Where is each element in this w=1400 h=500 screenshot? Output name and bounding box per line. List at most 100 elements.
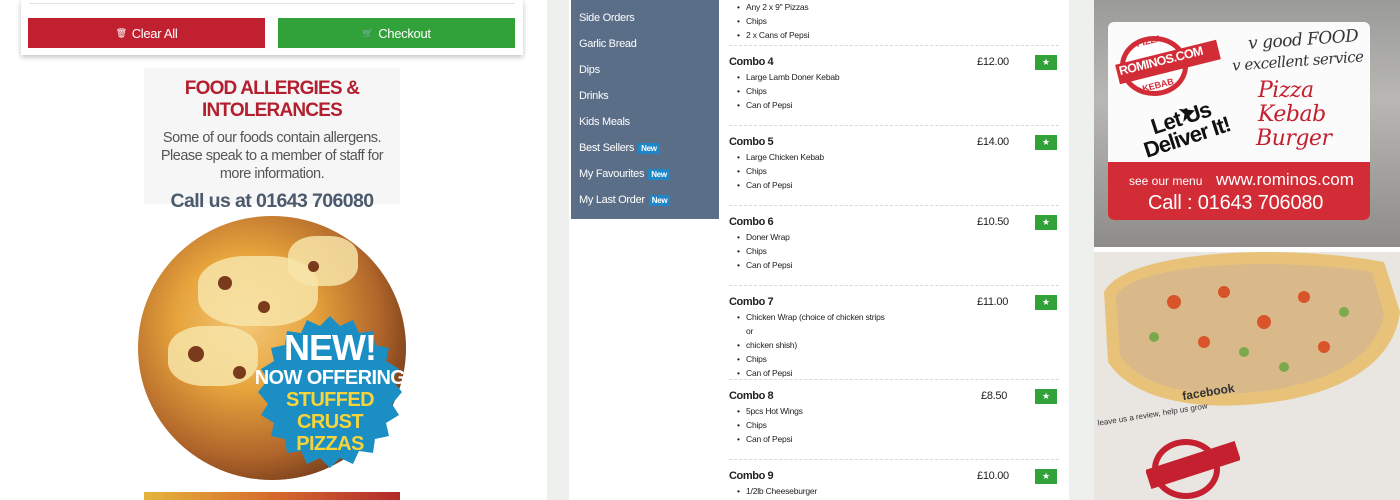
allergy-line: Some of our foods contain allergens. xyxy=(162,130,382,146)
sidebar-item-my-favourites[interactable]: My Favourites New xyxy=(579,168,670,180)
sidebar-item-side-orders[interactable]: Side Orders xyxy=(579,12,635,24)
allergy-phone: Call us at 01643 706080 xyxy=(170,190,374,212)
sidebar-item-my-last-order[interactable]: My Last Order New xyxy=(579,194,671,206)
item-price: £14.00 xyxy=(977,136,1009,148)
card-footer: see our menu www.rominos.com Call : 0164… xyxy=(1108,162,1370,220)
item-line: Doner Wrap xyxy=(737,230,887,244)
topping xyxy=(188,346,204,362)
item-price: £11.00 xyxy=(977,296,1009,308)
badge-pizzas: PIZZAS xyxy=(296,433,364,455)
item-line: Large Chicken Kebab xyxy=(737,150,887,164)
divider xyxy=(729,45,1059,46)
item-contents: 5pcs Hot Wings Chips Can of Pepsi xyxy=(737,404,887,446)
item-contents: Large Chicken Kebab Chips Can of Pepsi xyxy=(737,150,887,192)
new-badge: NEW! NOW OFFERING STUFFED CRUST PIZZAS xyxy=(252,314,408,470)
stuffed-crust-promo[interactable]: NEW! NOW OFFERING STUFFED CRUST PIZZAS xyxy=(138,216,410,482)
clear-all-label: Clear All xyxy=(131,25,178,41)
item-line: Can of Pepsi xyxy=(737,258,887,272)
sidebar-item-kids-meals[interactable]: Kids Meals xyxy=(579,116,630,128)
star-icon: ★ xyxy=(1041,471,1051,481)
sidebar-item-label: Kids Meals xyxy=(579,116,630,128)
sidebar-item-garlic-bread[interactable]: Garlic Bread xyxy=(579,38,637,50)
sidebar-item-label: Best Sellers xyxy=(579,142,635,154)
new-badge: New xyxy=(638,142,660,154)
cheese-shape xyxy=(288,236,358,286)
sidebar-item-label: My Last Order xyxy=(579,194,645,206)
add-to-order-button[interactable]: ★ xyxy=(1035,55,1057,70)
item-name: Combo 4 xyxy=(729,56,774,68)
next-promo-banner[interactable] xyxy=(144,492,400,500)
handwritten-note: Pizza xyxy=(1258,78,1314,103)
item-line: Can of Pepsi xyxy=(737,178,887,192)
item-line: 5pcs Hot Wings xyxy=(737,404,887,418)
badge-text: NEW! NOW OFFERING STUFFED CRUST PIZZAS xyxy=(252,314,408,470)
handwritten-note: Kebab xyxy=(1258,102,1326,127)
business-card-photo: PIZZA ROMINOS.COM KEBAB v good FOOD v ex… xyxy=(1094,0,1400,247)
item-line: Chips xyxy=(737,84,887,98)
checkout-label: Checkout xyxy=(378,25,431,41)
divider xyxy=(729,459,1059,460)
page: 🗑 Clear All 🛒 Checkout FOOD ALLERGIES & … xyxy=(0,0,1400,500)
badge-offering: NOW OFFERING xyxy=(254,367,406,389)
item-line: 1/2lb Cheeseburger xyxy=(737,484,887,498)
sidebar-item-label: Dips xyxy=(579,64,600,76)
topping xyxy=(218,276,232,290)
item-contents: 1/2lb Cheeseburger xyxy=(737,484,887,498)
item-name: Combo 5 xyxy=(729,136,774,148)
divider xyxy=(729,125,1059,126)
add-to-order-button[interactable]: ★ xyxy=(1035,215,1057,230)
item-price: £10.00 xyxy=(977,470,1009,482)
clear-all-button[interactable]: 🗑 Clear All xyxy=(28,18,265,48)
sidebar-item-dips[interactable]: Dips xyxy=(579,64,600,76)
left-column: 🗑 Clear All 🛒 Checkout FOOD ALLERGIES & … xyxy=(0,0,547,500)
business-card: PIZZA ROMINOS.COM KEBAB v good FOOD v ex… xyxy=(1108,22,1370,220)
allergy-text: Some of our foods contain allergens. Ple… xyxy=(144,129,400,183)
sidebar-item-drinks[interactable]: Drinks xyxy=(579,90,609,102)
item-line: Chips xyxy=(737,164,887,178)
topping xyxy=(233,366,246,379)
item-price: £8.50 xyxy=(981,390,1008,402)
combo-menu-list: Any 2 x 9" Pizzas Chips 2 x Cans of Peps… xyxy=(729,0,1059,500)
item-name: Combo 9 xyxy=(729,470,774,482)
star-icon: ★ xyxy=(1041,297,1051,307)
logo-icon xyxy=(1145,439,1241,499)
pizza-photo xyxy=(1104,252,1400,406)
item-line: chicken shish) xyxy=(737,338,887,352)
divider xyxy=(729,379,1059,380)
allergy-heading: FOOD ALLERGIES & INTOLERANCES xyxy=(184,78,360,121)
star-icon: ★ xyxy=(1041,137,1051,147)
allergy-line: more information. xyxy=(219,166,325,182)
topping xyxy=(308,261,319,272)
item-line: Chips xyxy=(737,352,887,366)
add-to-order-button[interactable]: ★ xyxy=(1035,389,1057,404)
badge-new: NEW! xyxy=(284,327,377,368)
rominos-logo: PIZZA ROMINOS.COM KEBAB xyxy=(1114,28,1222,100)
item-line: Chips xyxy=(737,418,887,432)
cheese-shape xyxy=(168,326,258,386)
sidebar-item-label: Garlic Bread xyxy=(579,38,637,50)
item-line: Chicken Wrap (choice of chicken strips o… xyxy=(737,310,887,338)
sidebar-item-label: My Favourites xyxy=(579,168,645,180)
add-to-order-button[interactable]: ★ xyxy=(1035,469,1057,484)
pizza-box-photo: leave us a review, help us grow facebook xyxy=(1094,252,1400,500)
checkout-button[interactable]: 🛒 Checkout xyxy=(278,18,515,48)
item-line: Can of Pepsi xyxy=(737,432,887,446)
item-line: Can of Pepsi xyxy=(737,366,887,380)
divider xyxy=(729,205,1059,206)
add-to-order-button[interactable]: ★ xyxy=(1035,295,1057,310)
add-to-order-button[interactable]: ★ xyxy=(1035,135,1057,150)
item-contents: Chicken Wrap (choice of chicken strips o… xyxy=(737,310,887,380)
see-menu-text: see our menu xyxy=(1129,174,1203,188)
website-text: www.rominos.com xyxy=(1216,170,1354,189)
item-line: 2 x Cans of Pepsi xyxy=(737,28,887,42)
star-icon: ★ xyxy=(1041,57,1051,67)
item-contents: Doner Wrap Chips Can of Pepsi xyxy=(737,230,887,272)
sidebar-item-best-sellers[interactable]: Best Sellers New xyxy=(579,142,660,154)
cart-icon: 🛒 xyxy=(362,27,374,38)
allergy-notice: FOOD ALLERGIES & INTOLERANCES Some of ou… xyxy=(144,68,400,212)
handwritten-note: Burger xyxy=(1256,126,1332,151)
item-price: £12.00 xyxy=(977,56,1009,68)
sidebar-item-label: Drinks xyxy=(579,90,609,102)
trash-icon: 🗑 xyxy=(115,27,127,38)
star-icon: ★ xyxy=(1041,391,1051,401)
